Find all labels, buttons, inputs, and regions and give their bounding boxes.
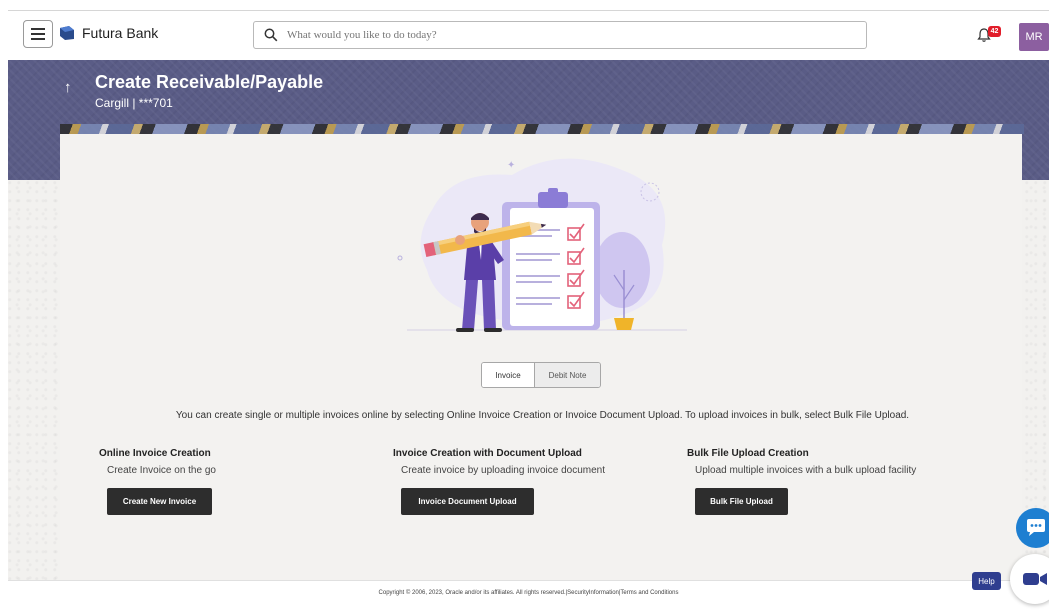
bulk-file-upload-button[interactable]: Bulk File Upload [695,488,788,515]
invoice-document-upload-button[interactable]: Invoice Document Upload [401,488,534,515]
chat-bubble-icon [1027,519,1045,536]
option-document-upload: Invoice Creation with Document Upload Cr… [393,448,606,515]
toggle-debit-note[interactable]: Debit Note [534,363,600,387]
page-subtitle: Cargill | ***701 [95,96,173,110]
menu-button[interactable] [23,20,53,48]
toggle-invoice[interactable]: Invoice [482,363,534,387]
decorative-strip [60,124,1024,134]
user-avatar[interactable]: MR [1019,23,1049,51]
create-new-invoice-button[interactable]: Create New Invoice [107,488,212,515]
svg-text:✦: ✦ [507,160,515,171]
option-title: Online Invoice Creation [99,448,211,459]
document-type-toggle: Invoice Debit Note [481,362,601,388]
brand-logo[interactable]: Futura Bank [59,25,158,41]
option-bulk-upload: Bulk File Upload Creation Upload multipl… [687,448,917,515]
option-online-invoice: Online Invoice Creation Create Invoice o… [99,448,216,515]
search-icon [264,28,278,42]
option-description: Upload multiple invoices with a bulk upl… [695,465,917,476]
help-button[interactable]: Help [972,572,1001,590]
chat-button[interactable] [1016,508,1049,548]
intro-text: You can create single or multiple invoic… [175,410,910,421]
checklist-illustration: ✦ [397,158,687,332]
notification-badge: 42 [988,26,1001,37]
search-bar[interactable] [253,21,867,49]
top-header: Futura Bank 42 MR [8,10,1049,60]
option-title: Invoice Creation with Document Upload [393,448,582,459]
back-arrow-icon[interactable]: ↑ [64,79,72,96]
video-camera-icon [1023,573,1047,585]
search-input[interactable] [287,29,847,41]
option-description: Create Invoice on the go [107,465,216,476]
bank-logo-icon [60,26,74,40]
option-description: Create invoice by uploading invoice docu… [401,465,606,476]
brand-name: Futura Bank [82,25,159,41]
page-title: Create Receivable/Payable [95,72,324,92]
hamburger-icon [31,28,45,40]
footer: Copyright © 2006, 2023, Oracle and/or it… [8,580,1049,610]
option-title: Bulk File Upload Creation [687,448,809,459]
